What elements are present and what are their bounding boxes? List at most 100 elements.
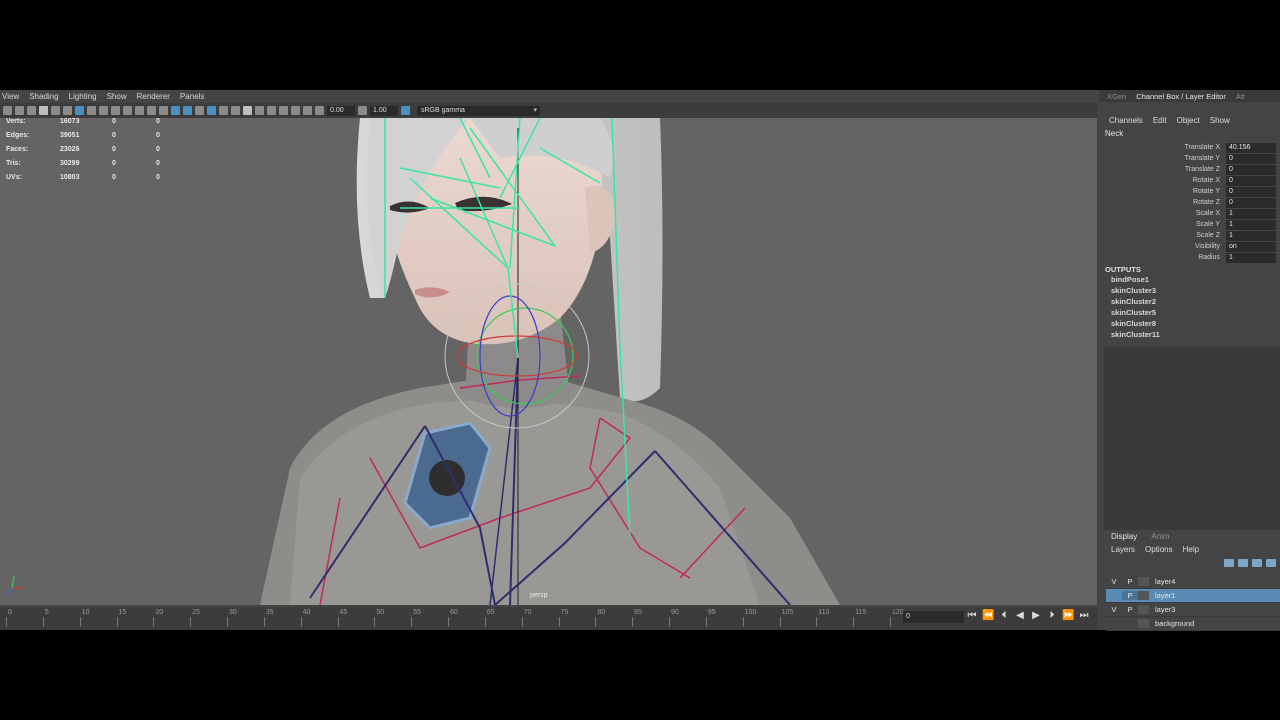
grid-icon[interactable] — [75, 106, 84, 115]
xray-joints-icon[interactable] — [303, 106, 312, 115]
color-management-icon[interactable] — [401, 106, 410, 115]
menu-help[interactable]: Help — [1183, 545, 1199, 554]
channel-row[interactable]: Translate Y 0 — [1099, 153, 1280, 164]
channel-value[interactable]: 0 — [1226, 197, 1276, 208]
view-transform-select[interactable]: sRGB gamma ▾ — [417, 105, 540, 116]
channel-row[interactable]: Translate X 40.156 — [1099, 142, 1280, 153]
channel-value[interactable]: 0 — [1226, 153, 1276, 164]
channel-value[interactable]: 1 — [1226, 219, 1276, 230]
move-layer-up-icon[interactable] — [1224, 559, 1234, 567]
playback-toggle[interactable]: P — [1122, 577, 1138, 586]
perspective-viewport[interactable]: Verts: 16073 0 0 Edges: 39051 0 0 Faces: 23026 0… — [0, 118, 1097, 605]
layer-row-selected[interactable]: Player1 — [1106, 589, 1280, 603]
smooth-shade-icon[interactable] — [171, 106, 180, 115]
output-node[interactable]: skinCluster5 — [1105, 308, 1160, 319]
tab-anim[interactable]: Anim — [1151, 532, 1169, 541]
two-d-pan-icon[interactable] — [51, 106, 60, 115]
menu-lighting[interactable]: Lighting — [69, 92, 97, 101]
output-node[interactable]: skinCluster11 — [1105, 330, 1160, 341]
layer-color-swatch[interactable] — [1138, 591, 1149, 600]
wireframe-on-shaded-icon[interactable] — [183, 106, 192, 115]
depth-of-field-icon[interactable] — [267, 106, 276, 115]
channel-value[interactable]: 0 — [1226, 186, 1276, 197]
playback-toggle[interactable]: P — [1122, 591, 1138, 600]
menu-edit[interactable]: Edit — [1153, 116, 1167, 125]
playback-toggle[interactable]: P — [1122, 605, 1138, 614]
layer-color-swatch[interactable] — [1138, 619, 1149, 628]
tab-display[interactable]: Display — [1111, 532, 1137, 541]
step-forward-key-icon[interactable]: ⏩ — [1062, 610, 1074, 621]
channel-row[interactable]: Rotate X 0 — [1099, 175, 1280, 186]
menu-layers[interactable]: Layers — [1111, 545, 1135, 554]
select-camera-icon[interactable] — [3, 106, 12, 115]
channel-row[interactable]: Scale Z 1 — [1099, 230, 1280, 241]
exposure-field[interactable]: 0.00 — [327, 105, 355, 116]
textured-icon[interactable] — [195, 106, 204, 115]
move-layer-down-icon[interactable] — [1238, 559, 1248, 567]
exposure-icon[interactable] — [315, 106, 324, 115]
menu-renderer[interactable]: Renderer — [137, 92, 170, 101]
layer-row[interactable]: V Player4 — [1106, 575, 1280, 589]
channel-row[interactable]: Visibility on — [1099, 241, 1280, 252]
play-forward-icon[interactable]: ▶ — [1030, 610, 1042, 621]
output-node[interactable]: skinCluster8 — [1105, 319, 1160, 330]
output-node[interactable]: skinCluster3 — [1105, 286, 1160, 297]
safe-title-icon[interactable] — [147, 106, 156, 115]
channel-value[interactable]: 1 — [1226, 230, 1276, 241]
image-plane-icon[interactable] — [39, 106, 48, 115]
tab-attribute-editor[interactable]: Att — [1236, 92, 1245, 101]
menu-show-cb[interactable]: Show — [1210, 116, 1230, 125]
wireframe-icon[interactable] — [159, 106, 168, 115]
field-chart-icon[interactable] — [123, 106, 132, 115]
visibility-toggle[interactable]: V — [1106, 605, 1122, 614]
layer-color-swatch[interactable] — [1138, 605, 1149, 614]
channel-row[interactable]: Rotate Z 0 — [1099, 197, 1280, 208]
menu-channels[interactable]: Channels — [1109, 116, 1143, 125]
new-layer-from-selection-icon[interactable] — [1266, 559, 1276, 567]
gate-mask-icon[interactable] — [111, 106, 120, 115]
lighting-icon[interactable] — [207, 106, 216, 115]
channel-row[interactable]: Translate Z 0 — [1099, 164, 1280, 175]
channel-value[interactable]: 1 — [1226, 208, 1276, 219]
output-node[interactable]: bindPose1 — [1105, 275, 1160, 286]
visibility-toggle[interactable]: V — [1106, 577, 1122, 586]
gamma-field[interactable]: 1.00 — [370, 105, 398, 116]
menu-options[interactable]: Options — [1145, 545, 1173, 554]
play-backward-icon[interactable]: ◀ — [1014, 610, 1026, 621]
channel-value[interactable]: 0 — [1226, 175, 1276, 186]
tab-channel-box[interactable]: Channel Box / Layer Editor — [1136, 92, 1226, 101]
channel-row[interactable]: Radius 1 — [1099, 252, 1280, 263]
menu-shading[interactable]: Shading — [29, 92, 58, 101]
step-forward-frame-icon[interactable]: ⏵ — [1046, 610, 1058, 621]
shadows-icon[interactable] — [219, 106, 228, 115]
layer-row[interactable]: V Player3 — [1106, 603, 1280, 617]
channel-row[interactable]: Scale X 1 — [1099, 208, 1280, 219]
channel-value[interactable]: 1 — [1226, 252, 1276, 263]
layer-color-swatch[interactable] — [1138, 577, 1149, 586]
menu-show[interactable]: Show — [107, 92, 127, 101]
xray-icon[interactable] — [291, 106, 300, 115]
ambient-occlusion-icon[interactable] — [231, 106, 240, 115]
go-to-start-icon[interactable]: ⏮ — [966, 610, 978, 621]
channel-value[interactable]: 40.156 — [1226, 142, 1276, 153]
menu-panels[interactable]: Panels — [180, 92, 204, 101]
channel-value[interactable]: on — [1226, 241, 1276, 252]
grease-pencil-icon[interactable] — [63, 106, 72, 115]
step-back-frame-icon[interactable]: ⏴ — [998, 610, 1010, 621]
channel-row[interactable]: Rotate Y 0 — [1099, 186, 1280, 197]
go-to-end-icon[interactable]: ⏭ — [1078, 610, 1090, 621]
time-slider[interactable]: 0 5 10 15 20 25 30 35 40 45 50 55 60 65 70 75 80 85 90 95 10… — [0, 607, 1097, 630]
layer-row[interactable]: background — [1106, 617, 1280, 631]
resolution-gate-icon[interactable] — [99, 106, 108, 115]
tab-xgen[interactable]: XGen — [1107, 92, 1126, 101]
menu-view[interactable]: View — [2, 92, 19, 101]
current-frame-field[interactable]: 0 — [903, 611, 964, 623]
film-gate-icon[interactable] — [87, 106, 96, 115]
new-empty-layer-icon[interactable] — [1252, 559, 1262, 567]
step-back-key-icon[interactable]: ⏪ — [982, 610, 994, 621]
output-node[interactable]: skinCluster2 — [1105, 297, 1160, 308]
anti-aliasing-icon[interactable] — [255, 106, 264, 115]
safe-action-icon[interactable] — [135, 106, 144, 115]
gamma-icon[interactable] — [358, 106, 367, 115]
bookmark-icon[interactable] — [27, 106, 36, 115]
